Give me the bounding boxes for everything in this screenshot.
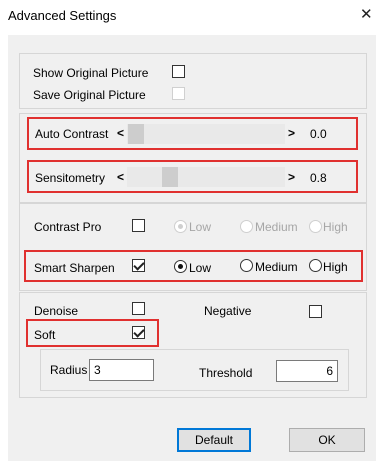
smart-sharpen-medium-radio[interactable] xyxy=(240,259,253,272)
contrast-pro-high-radio[interactable] xyxy=(309,220,322,233)
show-original-checkbox[interactable] xyxy=(172,65,185,78)
negative-checkbox[interactable] xyxy=(309,305,322,318)
sensitometry-slider-thumb[interactable] xyxy=(162,167,178,187)
smart-sharpen-high-radio[interactable] xyxy=(309,259,322,272)
sensitometry-label: Sensitometry xyxy=(35,171,106,185)
threshold-label: Threshold xyxy=(199,366,253,380)
contrast-pro-low-radio[interactable] xyxy=(174,220,187,233)
contrast-pro-high-label: High xyxy=(323,220,348,234)
sensitometry-value: 0.8 xyxy=(310,171,327,185)
auto-contrast-value: 0.0 xyxy=(310,127,327,141)
auto-contrast-right-arrow[interactable]: > xyxy=(288,126,295,140)
contrast-pro-label: Contrast Pro xyxy=(34,220,102,234)
smart-sharpen-label: Smart Sharpen xyxy=(34,261,115,275)
auto-contrast-slider-thumb[interactable] xyxy=(128,124,144,144)
smart-sharpen-high-label: High xyxy=(323,260,348,274)
sensitometry-slider-track[interactable] xyxy=(127,167,285,187)
save-original-label: Save Original Picture xyxy=(33,88,146,102)
window-title: Advanced Settings xyxy=(8,8,117,23)
contrast-pro-checkbox[interactable] xyxy=(132,219,145,232)
negative-label: Negative xyxy=(204,304,252,318)
radius-label: Radius xyxy=(50,363,88,377)
auto-contrast-label: Auto Contrast xyxy=(35,127,109,141)
show-original-label: Show Original Picture xyxy=(33,66,149,80)
sensitometry-right-arrow[interactable]: > xyxy=(288,170,295,184)
smart-sharpen-low-label: Low xyxy=(189,261,212,275)
smart-sharpen-low-radio[interactable] xyxy=(174,260,187,273)
smart-sharpen-medium-label: Medium xyxy=(255,260,298,274)
soft-checkbox[interactable] xyxy=(132,326,145,339)
radius-input[interactable]: 3 xyxy=(89,359,154,381)
close-icon[interactable]: ✕ xyxy=(360,5,373,23)
default-button[interactable]: Default xyxy=(177,428,251,452)
contrast-pro-medium-label: Medium xyxy=(255,220,298,234)
denoise-label: Denoise xyxy=(34,304,79,318)
denoise-checkbox[interactable] xyxy=(132,302,145,315)
auto-contrast-left-arrow[interactable]: < xyxy=(117,126,124,140)
ok-button[interactable]: OK xyxy=(289,428,365,452)
soft-label: Soft xyxy=(34,328,56,342)
contrast-pro-medium-radio[interactable] xyxy=(240,220,253,233)
auto-contrast-slider-track[interactable] xyxy=(127,124,285,144)
sensitometry-left-arrow[interactable]: < xyxy=(117,170,124,184)
smart-sharpen-checkbox[interactable] xyxy=(132,259,145,272)
contrast-pro-low-label: Low xyxy=(189,220,212,234)
save-original-checkbox[interactable] xyxy=(172,87,185,100)
threshold-input[interactable]: 6 xyxy=(276,360,338,382)
